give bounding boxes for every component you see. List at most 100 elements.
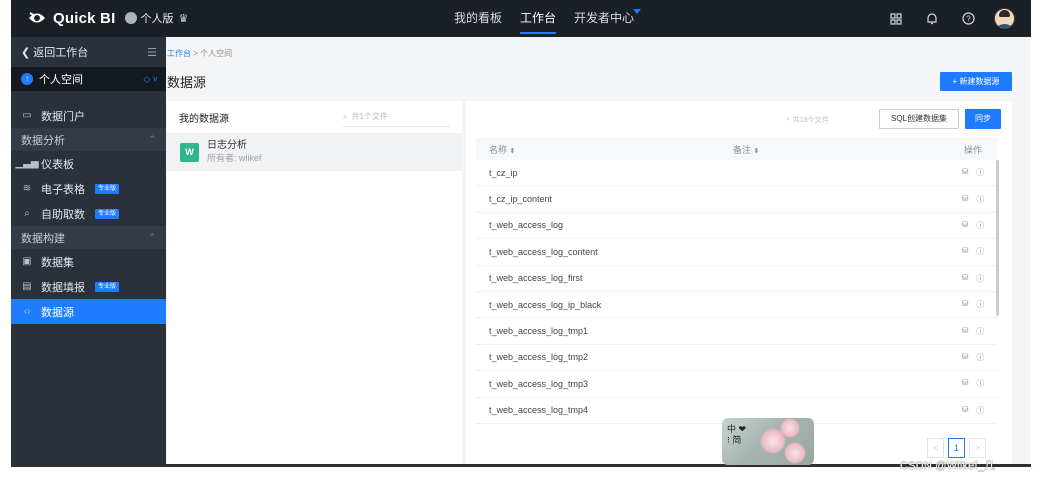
search-icon: ⌕ [343,111,348,121]
table-name: t_web_access_log_tmp1 [489,326,589,337]
my-data-sources-panel: 我的数据源 ⌕ 共1个文件 W 日志分析 所有者: wlikef [167,101,462,467]
create-dataset-icon[interactable]: ⛁ [962,167,969,178]
create-dataset-icon[interactable]: ⛁ [962,246,969,257]
page-1-button[interactable]: 1 [948,438,965,458]
source-search-input[interactable]: ⌕ 共1个文件 [343,108,450,127]
grid-icon[interactable] [886,9,906,29]
info-icon[interactable]: ⓘ [976,246,984,257]
table-row[interactable]: t_cz_ip ⛁ ⓘ [476,160,998,187]
create-dataset-icon[interactable]: ⛁ [962,194,969,205]
new-data-source-button[interactable]: + 新建数据源 [940,72,1012,91]
bell-icon[interactable] [922,9,942,29]
search-placeholder: 共1个文件 [351,112,388,121]
avatar[interactable] [994,8,1015,29]
nav-my-dashboard[interactable]: 我的看板 [445,0,511,37]
sidebar-item-dataset[interactable]: ▣ 数据集 [11,249,166,274]
info-icon[interactable]: ⓘ [976,273,984,284]
row-actions: ⛁ ⓘ [948,273,998,284]
list-item[interactable]: W 日志分析 所有者: wlikef [167,133,462,171]
table-row[interactable]: t_web_access_log_ip_black ⛁ ⓘ [476,292,998,319]
info-icon[interactable]: ⓘ [976,326,984,337]
sync-button[interactable]: 同步 [965,109,1001,129]
row-actions: ⛁ ⓘ [948,167,998,178]
create-dataset-icon[interactable]: ⛁ [962,299,969,310]
sidebar-item-self-query[interactable]: ⌕ 自助取数 专业版 [11,201,166,226]
chevron-up-icon: ⌃ [148,232,156,242]
info-icon[interactable]: ⓘ [976,167,984,178]
sidebar: ❮ 返回工作台 ☰ ↑ 个人空间 ◇ ˅ ▭ 数据门户 数据分析 ⌃ ▁▃▅ 仪… [11,37,166,467]
top-nav: 我的看板 工作台 开发者中心 [445,0,643,37]
column-name-header[interactable]: 名称 ⬍ [476,143,733,156]
create-dataset-icon[interactable]: ⛁ [962,326,969,337]
table-row[interactable]: t_web_access_log_tmp2 ⛁ ⓘ [476,345,998,372]
help-icon[interactable]: ? [958,9,978,29]
table-row[interactable]: t_web_access_log_first ⛁ ⓘ [476,266,998,292]
edition-icon [125,12,138,24]
flower-decoration [784,442,806,464]
page-title: 数据源 [167,75,207,90]
create-dataset-icon[interactable]: ⛁ [962,352,969,363]
space-selector[interactable]: ↑ 个人空间 ◇ ˅ [11,67,166,91]
ime-toolbar[interactable]: 中 ❤ ⁝ 简 [722,418,814,465]
chevron-left-icon: ❮ [21,47,34,59]
table-row[interactable]: t_web_access_log_tmp3 ⛁ ⓘ [476,371,998,398]
back-label: 返回工作台 [33,47,89,59]
table-name: t_web_access_log_tmp2 [489,352,589,363]
sidebar-item-data-fill[interactable]: ▤ 数据填报 专业版 [11,274,166,299]
bar-chart-icon: ▁▃▅ [15,158,39,169]
space-label: 个人空间 [39,74,83,86]
data-source-name: 日志分析 [207,140,247,151]
info-icon[interactable]: ⓘ [976,352,984,363]
row-actions: ⛁ ⓘ [948,326,998,337]
table-row[interactable]: t_web_access_log_tmp1 ⛁ ⓘ [476,318,998,345]
sidebar-item-spreadsheet[interactable]: ≋ 电子表格 专业版 [11,176,166,201]
logo[interactable]: Quick BI 个人版 ♛ [27,9,188,27]
form-icon: ▤ [22,281,32,292]
data-source-owner: 所有者: wlikef [207,153,262,163]
row-actions: ⛁ ⓘ [948,194,998,205]
spreadsheet-icon: ≋ [22,183,32,194]
sidebar-group-build[interactable]: 数据构建 ⌃ [11,226,166,249]
column-ops-header: 操作 [963,144,982,155]
create-dataset-icon[interactable]: ⛁ [962,220,969,231]
pro-badge: 专业版 [95,183,120,194]
pagination: < 1 > [927,438,986,458]
collapse-menu-icon[interactable]: ☰ [147,46,157,59]
create-dataset-icon[interactable]: ⛁ [962,378,969,389]
nav-workbench[interactable]: 工作台 [511,0,565,37]
sidebar-item-data-source[interactable]: ‹› 数据源 [11,299,166,324]
sidebar-group-analysis[interactable]: 数据分析 ⌃ [11,128,166,151]
table-name: t_cz_ip [489,167,518,178]
prev-page-button[interactable]: < [927,438,944,458]
info-icon[interactable]: ⓘ [976,299,984,310]
info-icon[interactable]: ⓘ [976,194,984,205]
monitor-icon: ▭ [22,110,32,121]
breadcrumb-root[interactable]: 工作台 [167,49,191,58]
back-to-workbench[interactable]: ❮ 返回工作台 ☰ [11,37,166,67]
table-row[interactable]: t_web_access_log_content ⛁ ⓘ [476,239,998,266]
info-icon[interactable]: ⓘ [976,405,984,416]
table-body: t_cz_ip ⛁ ⓘ t_cz_ip_content ⛁ ⓘ t_web_access_l… [476,160,998,424]
row-actions: ⛁ ⓘ [948,352,998,363]
info-icon[interactable]: ⓘ [976,378,984,389]
sql-create-dataset-button[interactable]: SQL创建数据集 [879,109,959,129]
create-dataset-icon[interactable]: ⛁ [962,273,969,284]
table-name: t_cz_ip_content [489,194,553,205]
column-note-header[interactable]: 备注 ⬍ [733,143,948,156]
scrollbar[interactable] [996,160,999,316]
table-row[interactable]: t_web_access_log ⛁ ⓘ [476,213,998,240]
chevron-up-icon: ⌃ [148,134,156,144]
next-page-button[interactable]: > [969,438,986,458]
ime-mode-label: 中 ❤ [727,424,747,434]
tables-panel: ⌕ 共18个文件 SQL创建数据集 同步 名称 ⬍ 备注 ⬍ 操作 t_cz_i… [466,101,1012,467]
sidebar-item-dashboard[interactable]: ▁▃▅ 仪表板 [11,151,166,176]
nav-developer-center[interactable]: 开发者中心 [565,0,643,37]
table-row[interactable]: t_cz_ip_content ⛁ ⓘ [476,186,998,213]
sidebar-item-data-portal[interactable]: ▭ 数据门户 [11,103,166,128]
code-icon: ‹› [23,306,31,317]
sort-icon: ⬍ [753,147,760,155]
info-icon[interactable]: ⓘ [976,220,984,231]
breadcrumb-current: 个人空间 [200,49,233,58]
create-dataset-icon[interactable]: ⛁ [962,405,969,416]
table-search-input[interactable]: ⌕ 共18个文件 [786,113,870,127]
